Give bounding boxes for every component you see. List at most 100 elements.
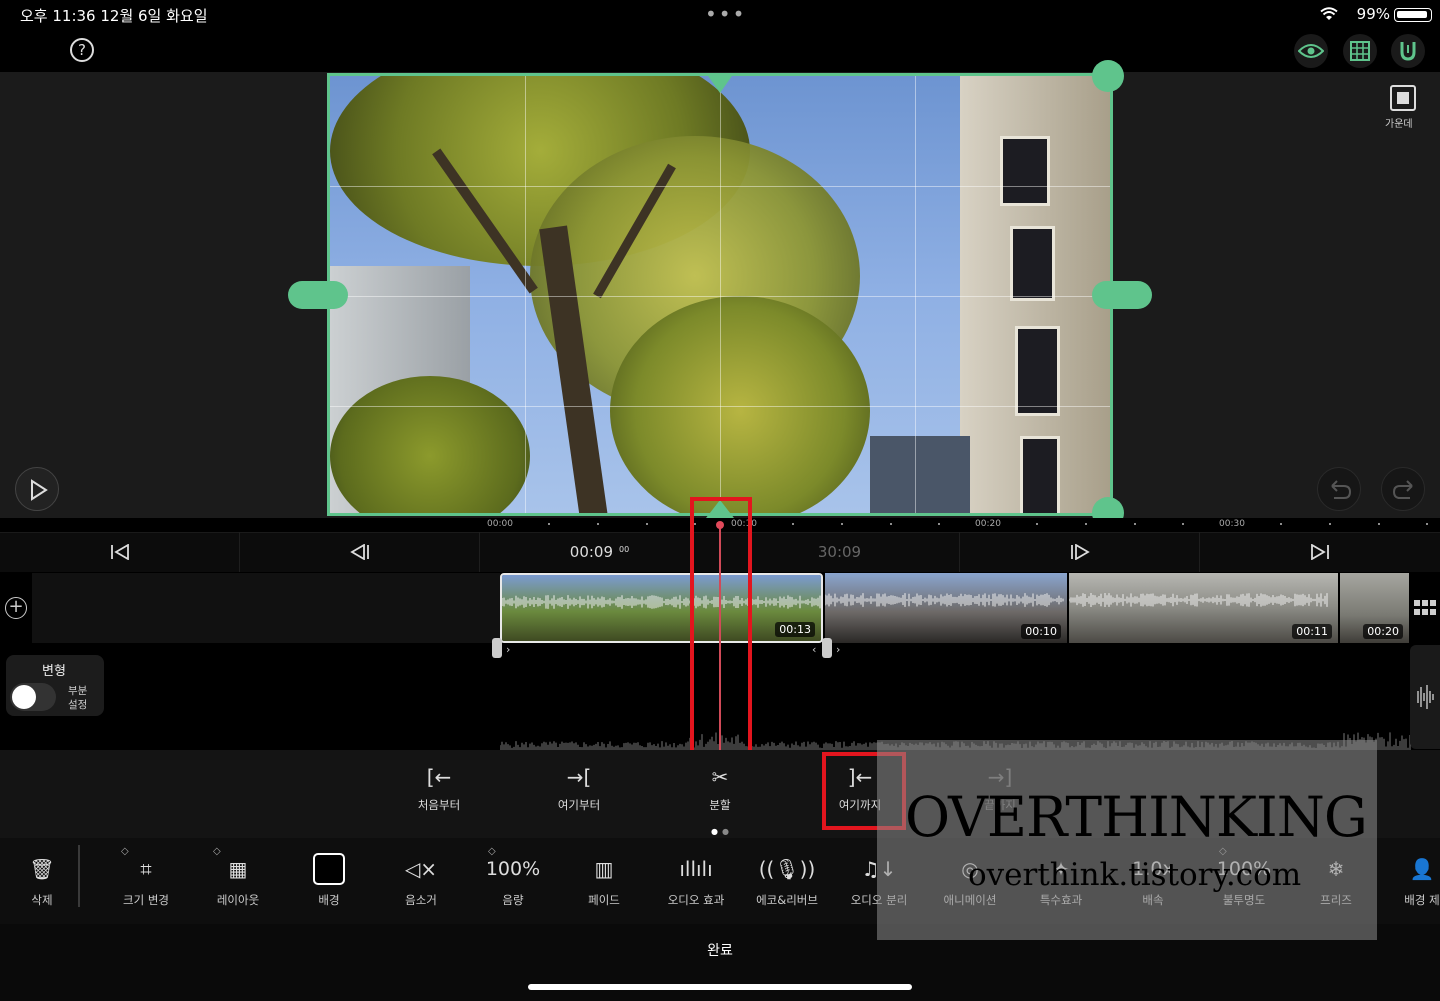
current-time: 00:09 00 — [480, 532, 720, 572]
crop-icon: ⌗ — [140, 857, 152, 881]
keyframe-diamond-icon: ◇ — [213, 846, 221, 857]
trash-icon: 🗑 — [29, 857, 55, 881]
tool-label: 오디오 효과 — [667, 893, 725, 907]
prev-frame-button[interactable] — [240, 532, 480, 572]
battery-icon — [1394, 8, 1432, 22]
action-split-scissors-button[interactable]: ✂ 분할 — [670, 765, 770, 813]
waveform-icon — [1417, 685, 1434, 709]
crop-handle-left[interactable] — [288, 281, 348, 309]
multitask-dots[interactable]: ••• — [705, 2, 746, 26]
thumbnail-grid-icon[interactable] — [1414, 600, 1436, 616]
tool-background-swatch-button[interactable]: 배경 — [284, 850, 374, 908]
from-here-icon: →[ — [566, 765, 592, 789]
ruler-tick — [890, 523, 892, 525]
tool-fade-button[interactable]: ▥ 페이드 — [559, 850, 649, 908]
center-align-button[interactable] — [1390, 85, 1416, 111]
video-building-distant — [870, 436, 970, 513]
magnet-icon — [1400, 42, 1416, 61]
tool-label: 페이드 — [588, 893, 620, 907]
redo-button[interactable] — [1381, 467, 1425, 511]
tool-mute-button[interactable]: ◁× 음소거 — [376, 850, 466, 908]
grid-guide-button[interactable] — [1343, 34, 1377, 68]
action-trim-start-button[interactable]: [← 처음부터 — [389, 765, 489, 813]
crop-handle-right[interactable] — [1092, 281, 1152, 309]
current-frame: 00 — [619, 544, 630, 554]
tool-label: 크기 변경 — [123, 893, 169, 907]
tool-mic-echo-button[interactable]: ((🎙)) 에코&리버브 — [742, 850, 832, 908]
audio-track-button[interactable] — [1410, 645, 1440, 749]
ruler-tick — [841, 523, 843, 525]
ruler-label: 00:20 — [975, 519, 1001, 529]
tool-label: 음량 — [502, 893, 524, 907]
tool-label: 레이아웃 — [216, 893, 260, 907]
done-button[interactable]: 완료 — [690, 940, 750, 960]
action-label: 처음부터 — [417, 798, 461, 812]
split-scissors-icon: ✂ — [711, 765, 729, 789]
help-button[interactable]: ? — [70, 38, 94, 62]
page-indicator: ●● — [711, 827, 733, 836]
action-label: 여기부터 — [557, 798, 601, 812]
next-frame-button[interactable] — [960, 532, 1200, 572]
total-time: 30:09 — [720, 532, 960, 572]
chevron-left-icon: ‹ — [812, 643, 817, 656]
jump-to-end-button[interactable] — [1200, 532, 1440, 572]
play-button[interactable] — [15, 467, 59, 511]
highlight-box-playhead — [690, 497, 752, 767]
clip-1[interactable]: 00:13 — [500, 573, 823, 643]
tool-label: 삭제 — [31, 893, 53, 907]
wifi-icon — [1320, 6, 1338, 20]
jump-to-start-button[interactable] — [0, 532, 240, 572]
tool-trash-button[interactable]: 🗑 삭제 — [0, 850, 87, 908]
skip-end-icon — [1311, 544, 1329, 560]
ruler-tick — [1378, 523, 1380, 525]
magnet-snap-button[interactable] — [1391, 34, 1425, 68]
tool-crop-button[interactable]: ◇ ⌗ 크기 변경 — [101, 846, 191, 908]
clip-duration: 00:11 — [1292, 624, 1332, 639]
background-swatch-icon — [284, 850, 374, 888]
eye-preview-button[interactable] — [1294, 34, 1328, 68]
center-align-label: 가운데 — [1385, 119, 1413, 130]
ruler-tick — [1085, 523, 1087, 525]
skip-start-icon — [110, 544, 129, 560]
add-media-button[interactable]: + — [5, 597, 27, 619]
clip-duration: 00:20 — [1363, 624, 1403, 639]
ruler-tick — [1036, 523, 1038, 525]
clip-waveform — [502, 595, 821, 609]
tool-audio-effect-button[interactable]: ıllılı 오디오 효과 — [651, 850, 741, 908]
clip-3[interactable]: 00:11 — [1069, 573, 1338, 643]
transform-title: 변형 — [42, 664, 66, 679]
chevron-right-icon: › — [836, 643, 841, 656]
video-preview-frame[interactable] — [327, 73, 1113, 516]
partial-setting-toggle[interactable] — [10, 683, 56, 711]
home-indicator[interactable] — [528, 984, 912, 990]
tool-bg-remove-button[interactable]: 👤 배경 제 — [1377, 850, 1440, 908]
clip-4[interactable]: 00:20 — [1340, 573, 1409, 643]
bg-remove-icon: 👤 — [1409, 857, 1435, 881]
tool-volume-button[interactable]: ◇ 100% 음량 — [468, 846, 558, 908]
watermark-url: overthink.tistory.com — [968, 857, 1302, 893]
trim-handle-right[interactable] — [822, 638, 832, 658]
action-from-here-button[interactable]: →[ 여기부터 — [529, 765, 629, 813]
prev-frame-icon — [349, 544, 369, 560]
clip-duration: 00:10 — [1021, 624, 1061, 639]
eye-icon — [1298, 44, 1324, 58]
ruler-tick — [938, 523, 940, 525]
ruler-tick — [646, 523, 648, 525]
tool-layout-button[interactable]: ◇ ▦ 레이아웃 — [193, 846, 283, 908]
undo-icon — [1331, 480, 1352, 499]
trim-start-icon: [← — [426, 765, 452, 789]
keyframe-diamond-icon: ◇ — [121, 846, 129, 857]
partial-setting-label: 부분 설정 — [68, 685, 88, 711]
undo-button[interactable] — [1317, 467, 1361, 511]
fade-icon: ▥ — [594, 857, 614, 881]
clip-duration: 00:13 — [775, 622, 815, 637]
ruler-tick — [1426, 523, 1428, 525]
tool-label: 배경 제 — [1404, 893, 1440, 907]
clip-2[interactable]: 00:10 — [825, 573, 1067, 643]
audio-effect-icon: ıllılı — [679, 857, 713, 881]
rotate-handle[interactable] — [1092, 60, 1124, 92]
watermark-title: OVERTHINKING — [905, 785, 1368, 849]
ruler-tick — [548, 523, 550, 525]
ruler-tick — [1280, 523, 1282, 525]
trim-handle-left[interactable] — [492, 638, 502, 658]
